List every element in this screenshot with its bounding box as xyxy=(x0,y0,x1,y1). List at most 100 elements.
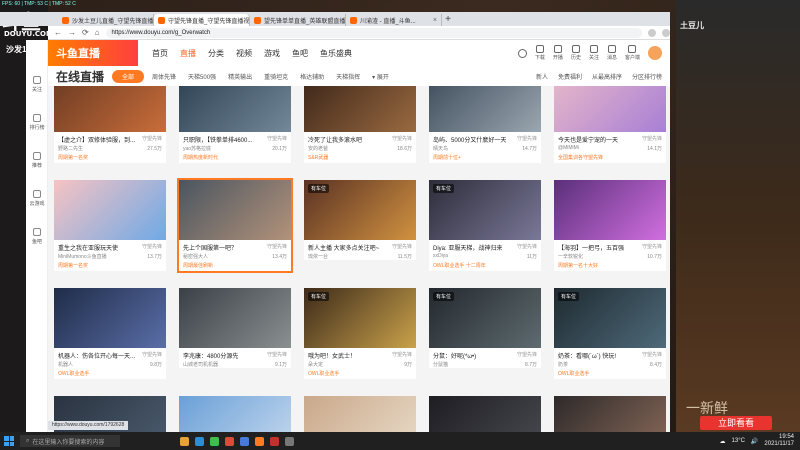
streamer-name[interactable]: 安的老爸 xyxy=(308,145,328,152)
home-icon[interactable]: ⌂ xyxy=(95,28,100,37)
sidebar-item[interactable]: 关注 xyxy=(26,76,48,93)
stream-card[interactable]: 今天也是爱宁宠的一天 @MiMiMi 14.1万 守望先锋 全国集训各守望先锋 xyxy=(554,86,666,163)
nav-item[interactable]: 视频 xyxy=(236,48,252,59)
category-filter[interactable]: 周体先锋 xyxy=(152,72,176,81)
stream-thumbnail[interactable] xyxy=(54,180,166,240)
edge-icon[interactable] xyxy=(195,436,204,446)
sidebar-item[interactable]: 排行榜 xyxy=(26,114,48,131)
sidebar-item[interactable]: 鱼吧 xyxy=(26,228,48,245)
stream-thumbnail[interactable]: 有车位 xyxy=(304,180,416,240)
header-action[interactable]: 客户端 xyxy=(625,45,640,61)
category-right-option[interactable]: 分区排行榜 xyxy=(632,72,662,81)
taskbar-search-input[interactable]: ⌕ 在这里输入你要搜索的内容 xyxy=(20,435,120,447)
stream-card[interactable]: 只职限，【铁拳单排4600... yao苏格拉底 20.1万 守望先锋 周期热度新时代 xyxy=(179,86,291,163)
reload-icon[interactable]: ⟳ xyxy=(82,28,89,37)
streamer-name[interactable]: @MiMiMi xyxy=(558,145,579,152)
weather-icon[interactable]: ☁ xyxy=(720,438,726,445)
stream-thumbnail[interactable]: 有车位 xyxy=(554,288,666,348)
stream-thumbnail[interactable] xyxy=(179,288,291,348)
streamer-name[interactable]: yao苏格拉底 xyxy=(183,145,211,152)
chrome-icon[interactable] xyxy=(225,436,234,446)
volume-icon[interactable]: 🔊 xyxy=(751,438,758,445)
stream-thumbnail[interactable] xyxy=(429,396,541,432)
nav-item[interactable]: 首页 xyxy=(152,48,168,59)
streamer-name[interactable]: 琉依一台 xyxy=(308,253,328,260)
stream-card[interactable]: 岛屿、5000分又什麼好一天 晴天鸟 14.7万 守望先锋 周期前十位+ xyxy=(429,86,541,163)
stream-thumbnail[interactable] xyxy=(554,86,666,132)
url-field[interactable]: https://www.douyu.com/g_Overwatch xyxy=(105,27,642,38)
streamer-name[interactable]: 秘密强大人 xyxy=(183,253,208,260)
stream-card[interactable] xyxy=(554,396,666,432)
browser-tab[interactable]: 望先锋单单直播_英雄联盟直播× xyxy=(250,14,346,26)
streamer-name[interactable]: 晴天鸟 xyxy=(433,145,448,152)
category-filter[interactable]: 重骑坦克 xyxy=(264,72,288,81)
stream-thumbnail[interactable] xyxy=(179,86,291,132)
stream-card[interactable]: 有车位 哦为吧！女武士！ 朵大定 9万 守望先锋 OWL职业选手 xyxy=(304,288,416,379)
stream-card[interactable]: 有车位 新人主播 大家多点关注吧~ 琉依一台 11.5万 守望先锋 xyxy=(304,180,416,260)
avatar[interactable] xyxy=(648,46,662,60)
wechat-icon[interactable] xyxy=(210,436,219,446)
category-filter[interactable]: 格达辅助 xyxy=(300,72,324,81)
streamer-name[interactable]: xxDiya xyxy=(433,253,448,260)
streamer-name[interactable]: 机器人 xyxy=(58,361,73,368)
nav-item[interactable]: 游戏 xyxy=(264,48,280,59)
forward-icon[interactable]: → xyxy=(68,28,76,37)
stream-thumbnail[interactable] xyxy=(54,288,166,348)
stream-card[interactable]: 冷死了让我多滚水吧 安的老爸 18.6万 守望先锋 S&R武器 xyxy=(304,86,416,163)
stream-card[interactable] xyxy=(179,396,291,432)
stream-thumbnail[interactable] xyxy=(429,86,541,132)
stream-thumbnail[interactable] xyxy=(179,180,291,240)
streamer-name[interactable]: 分鼠猫 xyxy=(433,361,448,368)
extension-icon[interactable] xyxy=(648,28,656,37)
header-action[interactable]: 关注 xyxy=(589,45,599,61)
category-filter[interactable]: 天梯500强 xyxy=(188,72,216,81)
stream-card[interactable]: 李兆康：4800分源先 山城老司机机器 9.1万 守望先锋 xyxy=(179,288,291,368)
stream-thumbnail[interactable]: 有车位 xyxy=(429,288,541,348)
nav-item[interactable]: 分类 xyxy=(208,48,224,59)
stream-card[interactable]: 先上个国服第一吧？ 秘密强大人 13.4万 守望先锋 周期最佳刷新 xyxy=(179,180,291,271)
steam-icon[interactable] xyxy=(240,436,249,446)
nav-item[interactable]: 直播 xyxy=(180,48,196,59)
sidebar-item[interactable]: 云游戏 xyxy=(26,190,48,207)
stream-card[interactable]: 机器人：伤各位开心每一天... 机器人 9.8万 守望先锋 OWL职业选手 xyxy=(54,288,166,379)
header-action[interactable]: 历史 xyxy=(571,45,581,61)
settings-icon[interactable] xyxy=(285,436,294,446)
nav-item[interactable]: 鱼吧 xyxy=(292,48,308,59)
nav-item[interactable]: 鱼乐盛典 xyxy=(320,48,352,59)
category-filter[interactable]: 天梯指挥 xyxy=(336,72,360,81)
stream-card[interactable] xyxy=(304,396,416,432)
streamer-name[interactable]: 野路二先生 xyxy=(58,145,83,152)
category-filter[interactable]: 精英输出 xyxy=(228,72,252,81)
windows-start-icon[interactable] xyxy=(4,436,14,446)
stream-thumbnail[interactable] xyxy=(304,86,416,132)
clock[interactable]: 19:54 2021/11/17 xyxy=(764,434,794,448)
streamer-name[interactable]: 奶茶 xyxy=(558,361,568,368)
search-icon[interactable] xyxy=(517,48,527,58)
stream-thumbnail[interactable] xyxy=(304,396,416,432)
category-right-option[interactable]: 从最高排序 xyxy=(592,72,622,81)
file-explorer-icon[interactable] xyxy=(180,436,189,446)
stream-thumbnail[interactable]: 有车位 xyxy=(429,180,541,240)
stream-card[interactable] xyxy=(429,396,541,432)
header-action[interactable]: 下载 xyxy=(535,45,545,61)
profile-icon[interactable] xyxy=(662,28,670,37)
stream-card[interactable]: 【海羽】一把弓，五百强 一辛软锐化 10.7万 守望先锋 周期第一名十大好 xyxy=(554,180,666,271)
stream-thumbnail[interactable] xyxy=(179,396,291,432)
netease-icon[interactable] xyxy=(270,436,279,446)
sidebar-item[interactable]: 推荐 xyxy=(26,152,48,169)
streamer-name[interactable]: MiniMumono斗鱼直播 xyxy=(58,253,107,260)
header-action[interactable]: 消息 xyxy=(607,45,617,61)
category-right-option[interactable]: 免费福利 xyxy=(558,72,582,81)
browser-tab[interactable]: 守望先锋直播_守望先锋直播视频× xyxy=(154,14,250,26)
browser-tab[interactable]: 川渝渣 - 直播_斗鱼... × xyxy=(346,14,442,26)
stream-card[interactable]: 【虚之介】双修体验服，到... 野路二先生 27.5万 守望先锋 周期第一名奖 xyxy=(54,86,166,163)
filter-all-button[interactable]: 全部 xyxy=(112,69,145,83)
stream-thumbnail[interactable] xyxy=(554,180,666,240)
streamer-name[interactable]: 一辛软锐化 xyxy=(558,253,583,260)
expand-filters-button[interactable]: ▾ 展开 xyxy=(372,72,389,81)
close-tab-icon[interactable]: × xyxy=(433,17,437,24)
back-icon[interactable]: ← xyxy=(54,28,62,37)
follow-button[interactable]: 立即看看 xyxy=(700,416,772,430)
category-right-option[interactable]: 新人 xyxy=(536,72,548,81)
header-action[interactable]: 开播 xyxy=(553,45,563,61)
